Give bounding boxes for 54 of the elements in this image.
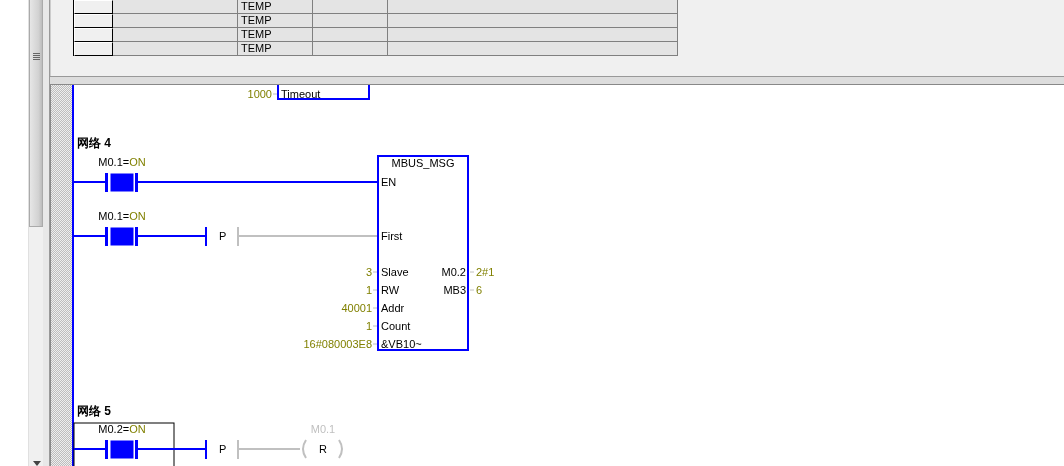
pin-label: Addr	[381, 302, 405, 314]
contact[interactable]	[105, 440, 138, 459]
coil-label: M0.1	[310, 423, 336, 435]
network-title[interactable]: 网络 4	[77, 136, 111, 150]
row-header[interactable]	[74, 0, 113, 14]
wire	[73, 448, 107, 450]
pin-label: Count	[381, 320, 411, 332]
wire	[239, 448, 300, 450]
contact-label: M0.1=ON	[98, 156, 146, 168]
pin-label: Timeout	[281, 88, 321, 100]
vertical-scrollbar[interactable]	[28, 0, 43, 466]
coil[interactable]	[302, 439, 343, 459]
block-title: MBUS_MSG	[391, 157, 455, 169]
contact[interactable]	[105, 173, 138, 192]
input-value: 1	[365, 284, 372, 296]
pin-label: EN	[381, 176, 397, 188]
table-cell: TEMP	[238, 0, 313, 14]
edge-label: P	[219, 443, 227, 455]
scroll-down-icon[interactable]	[33, 461, 41, 466]
wire	[73, 235, 107, 237]
pin-label: First	[381, 230, 403, 242]
table-cell: TEMP	[238, 14, 313, 28]
input-value: 3	[365, 266, 372, 278]
row-header[interactable]	[74, 14, 113, 28]
pin-label: RW	[381, 284, 400, 296]
input-value: 1	[365, 320, 372, 332]
contact[interactable]	[105, 227, 138, 246]
function-block[interactable]	[377, 155, 469, 351]
network-title[interactable]: 网络 5	[77, 404, 111, 418]
row-header[interactable]	[74, 28, 113, 42]
output-value: 2#1	[476, 266, 495, 278]
wire	[137, 448, 207, 450]
wire	[73, 181, 107, 183]
function-block[interactable]	[277, 85, 370, 100]
input-value: 40001	[341, 302, 372, 314]
contact-label: M0.1=ON	[98, 210, 146, 222]
input-value: 1000	[247, 88, 272, 100]
scrollbar-thumb[interactable]	[29, 0, 43, 227]
table-cell: TEMP	[238, 28, 313, 42]
edge-label: P	[219, 230, 227, 242]
pin-label: MB3	[443, 284, 466, 296]
input-value: 16#080003E8	[303, 338, 372, 350]
edge-bar	[205, 439, 207, 460]
edge-bar	[205, 226, 207, 247]
output-value: 6	[476, 284, 483, 296]
pin-label: Slave	[381, 266, 409, 278]
table-cell: TEMP	[238, 42, 313, 56]
pin-label: &VB10~	[381, 338, 422, 350]
pin-label: M0.2	[441, 266, 466, 278]
grip-icon	[32, 53, 40, 61]
row-header[interactable]	[74, 42, 113, 56]
wire	[137, 235, 207, 237]
coil-type: R	[319, 443, 327, 455]
contact-label: M0.2=ON	[98, 423, 146, 435]
